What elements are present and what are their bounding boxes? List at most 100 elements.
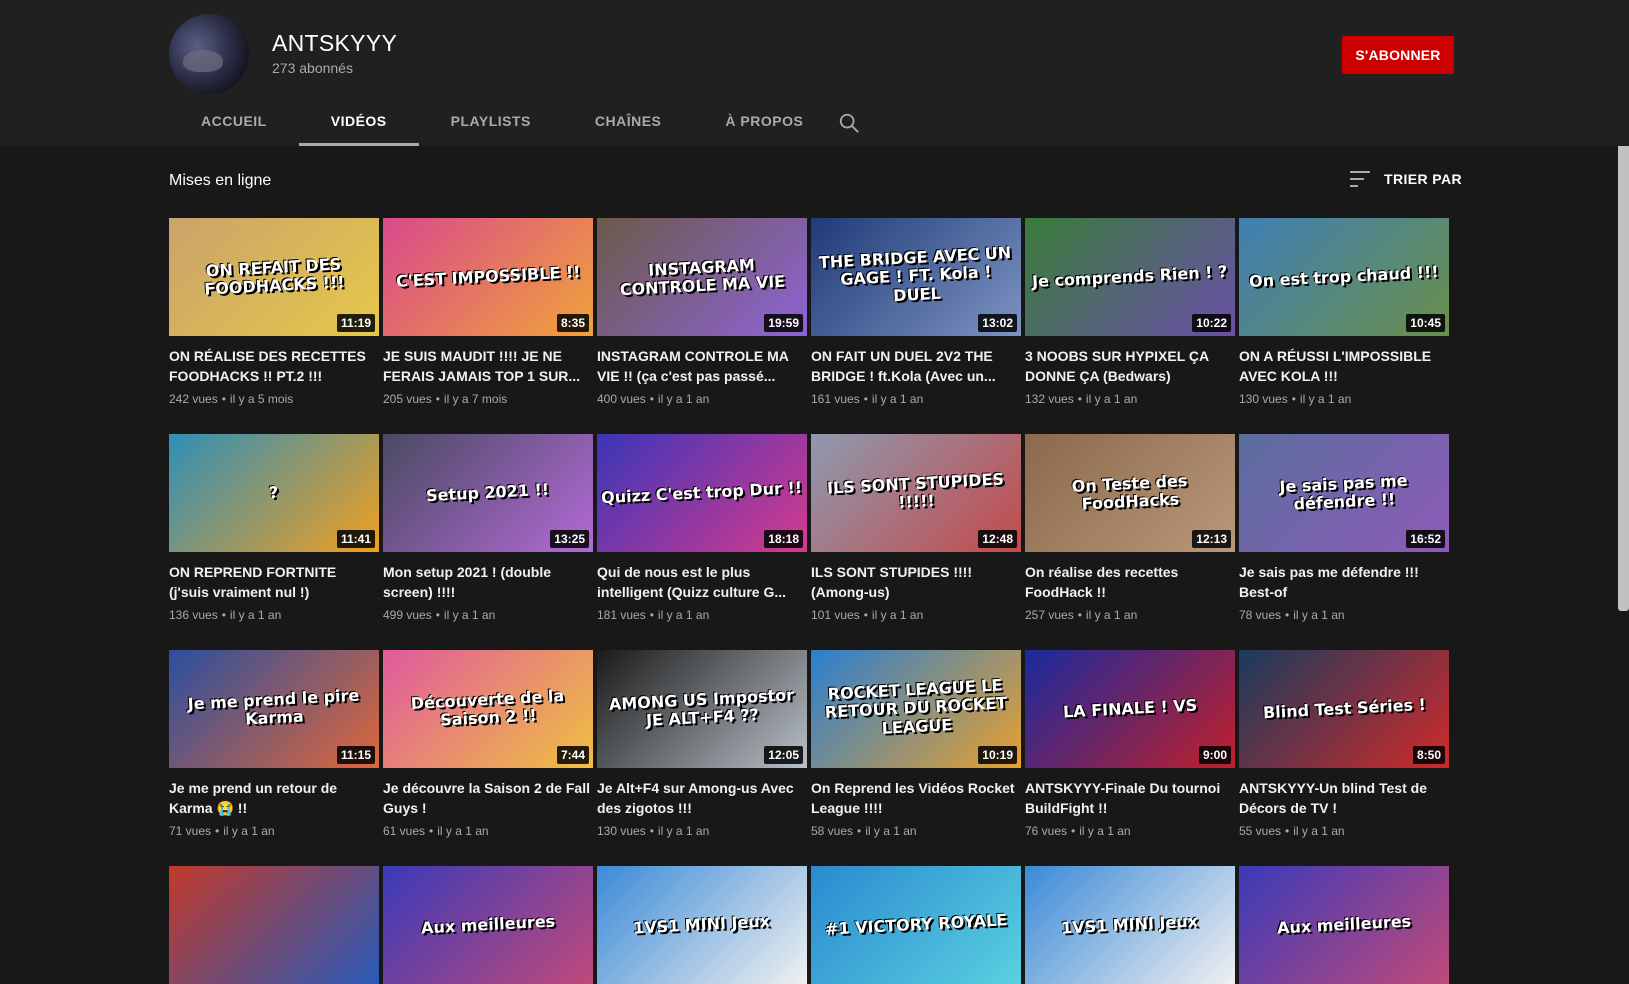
video-card[interactable]: Blind Test Séries ! 8:50 ANTSKYYY-Un blind…: [1239, 650, 1449, 838]
video-duration: 10:45: [1406, 314, 1445, 332]
video-card[interactable]: On Teste des FoodHacks 12:13 On réalise de…: [1025, 434, 1235, 622]
video-card[interactable]: Je sais pas me défendre !! 16:52 Je sais p…: [1239, 434, 1449, 622]
video-thumbnail[interactable]: [169, 866, 379, 984]
video-title[interactable]: ON FAIT UN DUEL 2V2 THE BRIDGE ! ft.Kola…: [811, 346, 1021, 386]
video-thumbnail[interactable]: AMONG US Impostor JE ALT+F4 ?? 12:05: [597, 650, 807, 768]
video-thumbnail[interactable]: INSTAGRAM CONTROLE MA VIE 19:59: [597, 218, 807, 336]
video-title[interactable]: Je Alt+F4 sur Among-us Avec des zigotos …: [597, 778, 807, 818]
thumbnail-text: ?: [268, 482, 280, 503]
video-title[interactable]: Je découvre la Saison 2 de Fall Guys !: [383, 778, 593, 818]
video-thumbnail[interactable]: THE BRIDGE AVEC UN GAGE ! FT. Kola ! DUE…: [811, 218, 1021, 336]
video-card[interactable]: [169, 866, 379, 984]
channel-avatar[interactable]: [169, 14, 249, 94]
video-thumbnail[interactable]: C'EST IMPOSSIBLE !! 8:35: [383, 218, 593, 336]
video-card[interactable]: ? 11:41 ON REPREND FORTNITE (j'suis vraime…: [169, 434, 379, 622]
video-card[interactable]: Découverte de la Saison 2 !! 7:44 Je décou…: [383, 650, 593, 838]
video-card[interactable]: ILS SONT STUPIDES !!!!! 12:48 ILS SONT STU…: [811, 434, 1021, 622]
video-title[interactable]: ON RÉALISE DES RECETTES FOODHACKS !! PT.…: [169, 346, 379, 386]
video-card[interactable]: Quizz C'est trop Dur !! 18:18 Qui de nous …: [597, 434, 807, 622]
video-title[interactable]: Qui de nous est le plus intelligent (Qui…: [597, 562, 807, 602]
video-thumbnail[interactable]: LA FINALE ! VS 9:00: [1025, 650, 1235, 768]
video-title[interactable]: Je sais pas me défendre !!! Best-of: [1239, 562, 1449, 602]
sort-button[interactable]: TRIER PAR: [1350, 170, 1462, 188]
video-thumbnail[interactable]: Découverte de la Saison 2 !! 7:44: [383, 650, 593, 768]
video-card[interactable]: THE BRIDGE AVEC UN GAGE ! FT. Kola ! DUE…: [811, 218, 1021, 406]
video-thumbnail[interactable]: Blind Test Séries ! 8:50: [1239, 650, 1449, 768]
video-title[interactable]: INSTAGRAM CONTROLE MA VIE !! (ça c'est p…: [597, 346, 807, 386]
video-card[interactable]: 1VS1 MINI Jeux: [597, 866, 807, 984]
search-icon[interactable]: [838, 112, 860, 134]
video-card[interactable]: INSTAGRAM CONTROLE MA VIE 19:59 INSTAGRAM …: [597, 218, 807, 406]
video-meta: 61 vues • il y a 1 an: [383, 824, 593, 838]
video-card[interactable]: #1 VICTORY ROYALE: [811, 866, 1021, 984]
video-card[interactable]: Je me prend le pire Karma 11:15 Je me pren…: [169, 650, 379, 838]
video-card[interactable]: Setup 2021 !! 13:25 Mon setup 2021 ! (doub…: [383, 434, 593, 622]
video-thumbnail[interactable]: 1VS1 MINI Jeux: [597, 866, 807, 984]
video-thumbnail[interactable]: ROCKET LEAGUE LE RETOUR DU ROCKET LEAGUE…: [811, 650, 1021, 768]
video-duration: 7:44: [556, 746, 589, 764]
video-card[interactable]: On est trop chaud !!! 10:45 ON A RÉUSSI L'…: [1239, 218, 1449, 406]
video-title[interactable]: On Reprend les Vidéos Rocket League !!!!: [811, 778, 1021, 818]
thumbnail-text: [270, 921, 278, 929]
separator-dot: •: [221, 392, 226, 406]
video-thumbnail[interactable]: Aux meilleures: [383, 866, 593, 984]
video-card[interactable]: ROCKET LEAGUE LE RETOUR DU ROCKET LEAGUE…: [811, 650, 1021, 838]
separator-dot: •: [429, 824, 434, 838]
separator-dot: •: [1285, 608, 1290, 622]
video-thumbnail[interactable]: 1VS1 MINI Jeux: [1025, 866, 1235, 984]
view-count: 78 vues: [1239, 608, 1282, 622]
video-title[interactable]: Je me prend un retour de Karma 😭 !!: [169, 778, 379, 818]
video-duration: 8:50: [1412, 746, 1445, 764]
view-count: 101 vues: [811, 608, 860, 622]
view-count: 130 vues: [597, 824, 646, 838]
video-card[interactable]: ON REFAIT DES FOODHACKS !!! 11:19 ON RÉALI…: [169, 218, 379, 406]
video-thumbnail[interactable]: ? 11:41: [169, 434, 379, 552]
subscriber-count: 273 abonnés: [272, 60, 353, 76]
tab-about[interactable]: À PROPOS: [693, 100, 835, 146]
video-title[interactable]: Mon setup 2021 ! (double screen) !!!!: [383, 562, 593, 602]
thumbnail-text: Je sais pas me défendre !!: [1278, 470, 1408, 514]
video-duration: 18:18: [764, 530, 803, 548]
video-thumbnail[interactable]: On est trop chaud !!! 10:45: [1239, 218, 1449, 336]
video-title[interactable]: ANTSKYYY-Un blind Test de Décors de TV !: [1239, 778, 1449, 818]
video-thumbnail[interactable]: ON REFAIT DES FOODHACKS !!! 11:19: [169, 218, 379, 336]
video-title[interactable]: ON A RÉUSSI L'IMPOSSIBLE AVEC KOLA !!!: [1239, 346, 1449, 386]
thumbnail-text: ILS SONT STUPIDES !!!!!: [826, 469, 1005, 512]
subscribe-button[interactable]: S'ABONNER: [1342, 36, 1454, 74]
video-card[interactable]: C'EST IMPOSSIBLE !! 8:35 JE SUIS MAUDIT !!…: [383, 218, 593, 406]
video-thumbnail[interactable]: #1 VICTORY ROYALE: [811, 866, 1021, 984]
video-meta: 161 vues • il y a 1 an: [811, 392, 1021, 406]
video-thumbnail[interactable]: Je sais pas me défendre !! 16:52: [1239, 434, 1449, 552]
video-title[interactable]: 3 NOOBS SUR HYPIXEL ÇA DONNE ÇA (Bedwars…: [1025, 346, 1235, 386]
separator-dot: •: [649, 608, 654, 622]
tab-videos[interactable]: VIDÉOS: [298, 100, 419, 146]
video-card[interactable]: Aux meilleures: [1239, 866, 1449, 984]
video-duration: 13:25: [550, 530, 589, 548]
video-card[interactable]: LA FINALE ! VS 9:00 ANTSKYYY-Finale Du tou…: [1025, 650, 1235, 838]
video-card[interactable]: Aux meilleures: [383, 866, 593, 984]
video-thumbnail[interactable]: Setup 2021 !! 13:25: [383, 434, 593, 552]
video-title[interactable]: JE SUIS MAUDIT !!!! JE NE FERAIS JAMAIS …: [383, 346, 593, 386]
video-thumbnail[interactable]: Je me prend le pire Karma 11:15: [169, 650, 379, 768]
video-title[interactable]: On réalise des recettes FoodHack !!: [1025, 562, 1235, 602]
video-duration: 12:13: [1192, 530, 1231, 548]
upload-age: il y a 1 an: [229, 608, 282, 622]
video-thumbnail[interactable]: On Teste des FoodHacks 12:13: [1025, 434, 1235, 552]
video-thumbnail[interactable]: ILS SONT STUPIDES !!!!! 12:48: [811, 434, 1021, 552]
view-count: 130 vues: [1239, 392, 1288, 406]
video-card[interactable]: Je comprends Rien ! ? 10:22 3 NOOBS SUR HY…: [1025, 218, 1235, 406]
video-thumbnail[interactable]: Aux meilleures: [1239, 866, 1449, 984]
tab-channels[interactable]: CHAÎNES: [563, 100, 694, 146]
video-card[interactable]: AMONG US Impostor JE ALT+F4 ?? 12:05 Je Al…: [597, 650, 807, 838]
video-thumbnail[interactable]: Quizz C'est trop Dur !! 18:18: [597, 434, 807, 552]
scrollbar-thumb[interactable]: [1618, 95, 1629, 611]
upload-age: il y a 1 an: [1299, 392, 1352, 406]
video-title[interactable]: ANTSKYYY-Finale Du tournoi BuildFight !!: [1025, 778, 1235, 818]
tab-home[interactable]: ACCUEIL: [169, 100, 299, 146]
video-card[interactable]: 1VS1 MINI Jeux: [1025, 866, 1235, 984]
tab-playlists[interactable]: PLAYLISTS: [419, 100, 563, 146]
video-title[interactable]: ON REPREND FORTNITE (j'suis vraiment nul…: [169, 562, 379, 602]
view-count: 58 vues: [811, 824, 854, 838]
video-title[interactable]: ILS SONT STUPIDES !!!! (Among-us): [811, 562, 1021, 602]
video-thumbnail[interactable]: Je comprends Rien ! ? 10:22: [1025, 218, 1235, 336]
